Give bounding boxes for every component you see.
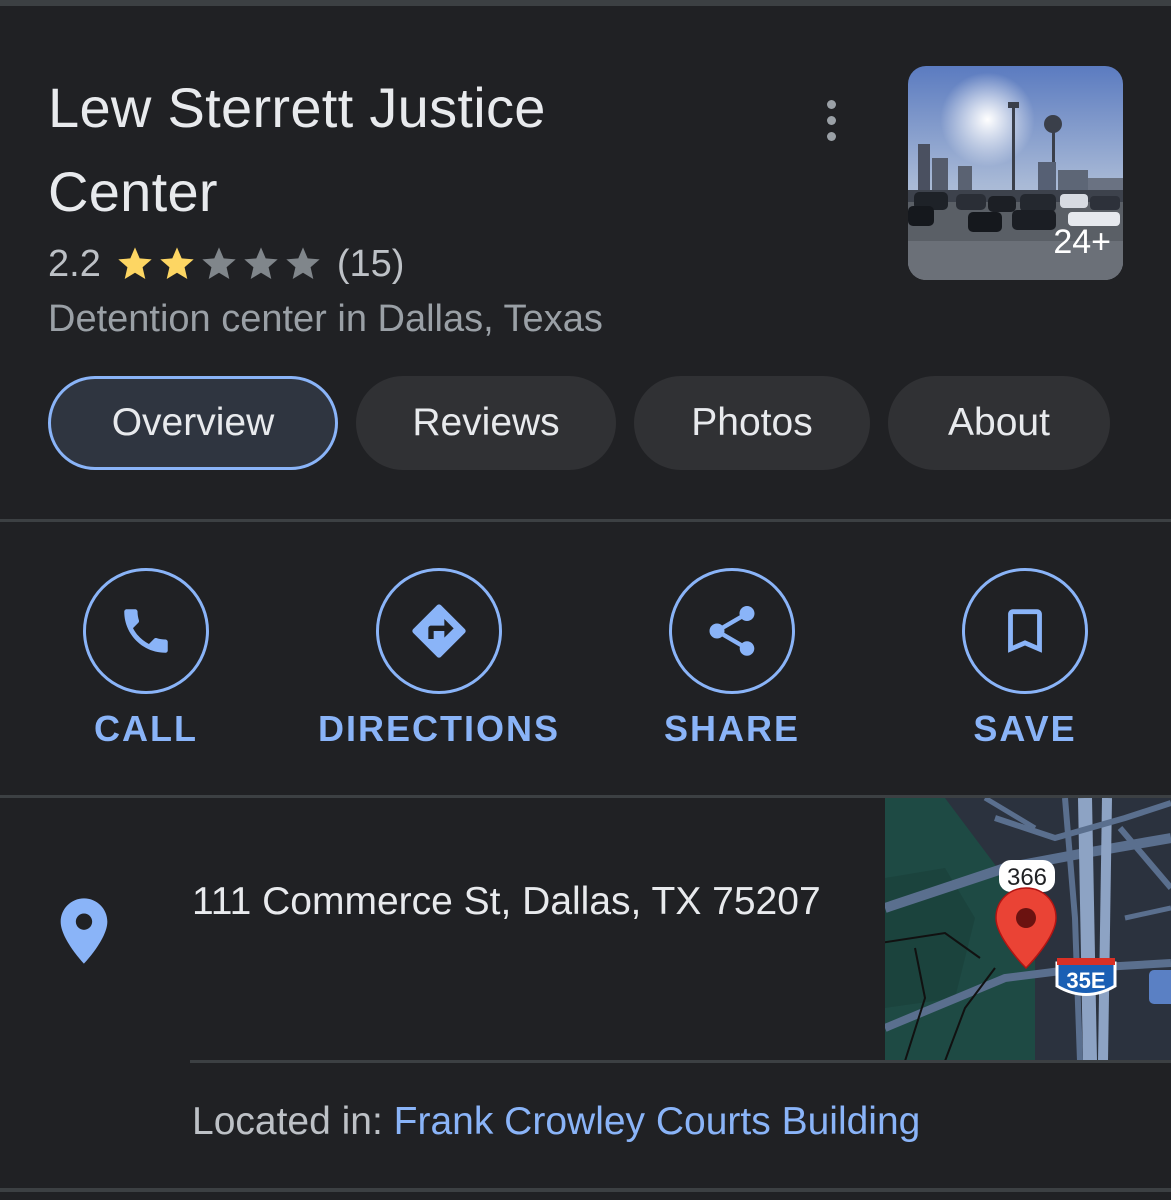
star-filled-icon (118, 247, 152, 279)
located-in-prefix: Located in: (192, 1100, 394, 1143)
tab-about[interactable]: About (888, 376, 1110, 470)
tab-label: Overview (111, 401, 275, 444)
phone-icon (83, 568, 209, 694)
tab-photos[interactable]: Photos (634, 376, 870, 470)
interstate-shield-label: 35E (1066, 968, 1105, 993)
bottom-divider (0, 1188, 1171, 1192)
action-label: SAVE (973, 708, 1077, 749)
place-panel: Lew Sterrett Justice Center 24+ 2.2 (15)… (0, 0, 1171, 1200)
star-rating (115, 244, 323, 284)
map-image: 366 35E (885, 798, 1171, 1061)
action-label: CALL (94, 708, 198, 749)
rating-row[interactable]: 2.2 (15) (48, 240, 404, 288)
save-button[interactable]: SAVE (900, 568, 1150, 758)
more-vert-icon[interactable] (812, 96, 850, 144)
tab-label: Photos (691, 401, 813, 444)
share-button[interactable]: SHARE (607, 568, 857, 758)
tab-reviews[interactable]: Reviews (356, 376, 616, 470)
location-pin-icon (60, 898, 108, 964)
star-empty-icon (286, 247, 320, 279)
bookmark-icon (962, 568, 1088, 694)
action-label: DIRECTIONS (317, 708, 560, 749)
star-filled-icon (160, 247, 194, 279)
rating-value: 2.2 (48, 242, 101, 285)
map-thumbnail[interactable]: 366 35E (885, 798, 1171, 1061)
action-label: SHARE (663, 708, 801, 749)
tab-label: Reviews (412, 401, 560, 444)
route-shield-label: 366 (1007, 864, 1047, 891)
top-divider (0, 0, 1171, 6)
located-in-link[interactable]: Frank Crowley Courts Building (394, 1100, 921, 1143)
address-text[interactable]: 111 Commerce St, Dallas, TX 75207 (192, 872, 832, 931)
photo-count: 24+ (1053, 223, 1111, 261)
review-count: (15) (336, 242, 405, 285)
address-divider (190, 1060, 1171, 1063)
star-empty-icon (202, 247, 236, 279)
place-photo-thumbnail[interactable]: 24+ (908, 66, 1123, 280)
tab-overview[interactable]: Overview (48, 376, 338, 470)
directions-button[interactable]: DIRECTIONS (314, 568, 564, 758)
located-in-row: Located in: Frank Crowley Courts Buildin… (192, 1100, 920, 1144)
share-icon (669, 568, 795, 694)
place-title: Lew Sterrett Justice Center (48, 76, 546, 223)
star-empty-icon (244, 247, 278, 279)
tab-label: About (948, 401, 1050, 444)
directions-icon (376, 568, 502, 694)
call-button[interactable]: CALL (21, 568, 271, 758)
place-category: Detention center in Dallas, Texas (48, 298, 603, 340)
section-divider (0, 519, 1171, 522)
